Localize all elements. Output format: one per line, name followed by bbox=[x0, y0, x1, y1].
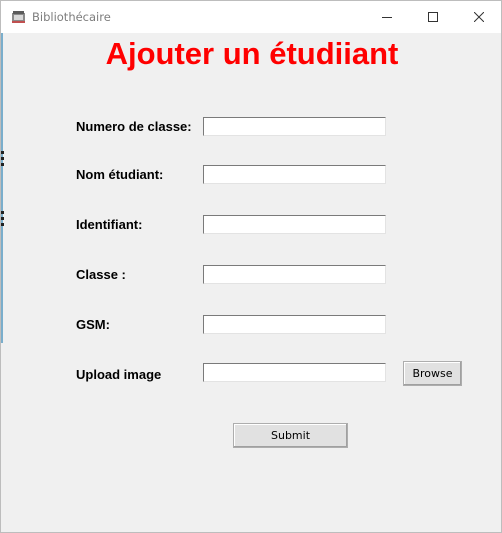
numero-classe-input[interactable] bbox=[203, 117, 386, 136]
nom-etudiant-label: Nom étudiant: bbox=[76, 167, 164, 182]
browse-button[interactable]: Browse bbox=[403, 361, 462, 386]
page-title: Ajouter un étudiiant bbox=[105, 36, 399, 71]
close-icon bbox=[474, 12, 484, 22]
edge-mark bbox=[1, 163, 4, 166]
minimize-button[interactable] bbox=[364, 1, 410, 33]
edge-mark bbox=[1, 217, 4, 220]
nom-etudiant-input[interactable] bbox=[203, 165, 386, 184]
submit-button[interactable]: Submit bbox=[233, 423, 348, 448]
upload-image-input[interactable] bbox=[203, 363, 386, 382]
maximize-button[interactable] bbox=[410, 1, 456, 33]
identifiant-label: Identifiant: bbox=[76, 217, 143, 232]
close-button[interactable] bbox=[456, 1, 502, 33]
window-edge bbox=[1, 33, 3, 343]
numero-classe-label: Numero de classe: bbox=[76, 119, 192, 134]
identifiant-input[interactable] bbox=[203, 215, 386, 234]
edge-mark bbox=[1, 157, 4, 160]
app-icon bbox=[12, 11, 25, 23]
maximize-icon bbox=[428, 12, 438, 22]
upload-image-label: Upload image bbox=[76, 367, 162, 382]
app-window: Bibliothécaire Ajouter un étudiiant Nume… bbox=[0, 0, 502, 533]
title-bar[interactable]: Bibliothécaire bbox=[1, 1, 501, 33]
classe-label: Classe : bbox=[76, 267, 126, 282]
gsm-label: GSM: bbox=[76, 317, 110, 332]
minimize-icon bbox=[382, 17, 392, 18]
window-title: Bibliothécaire bbox=[32, 10, 111, 24]
edge-mark bbox=[1, 151, 4, 154]
edge-mark bbox=[1, 223, 4, 226]
classe-input[interactable] bbox=[203, 265, 386, 284]
gsm-input[interactable] bbox=[203, 315, 386, 334]
edge-mark bbox=[1, 211, 4, 214]
